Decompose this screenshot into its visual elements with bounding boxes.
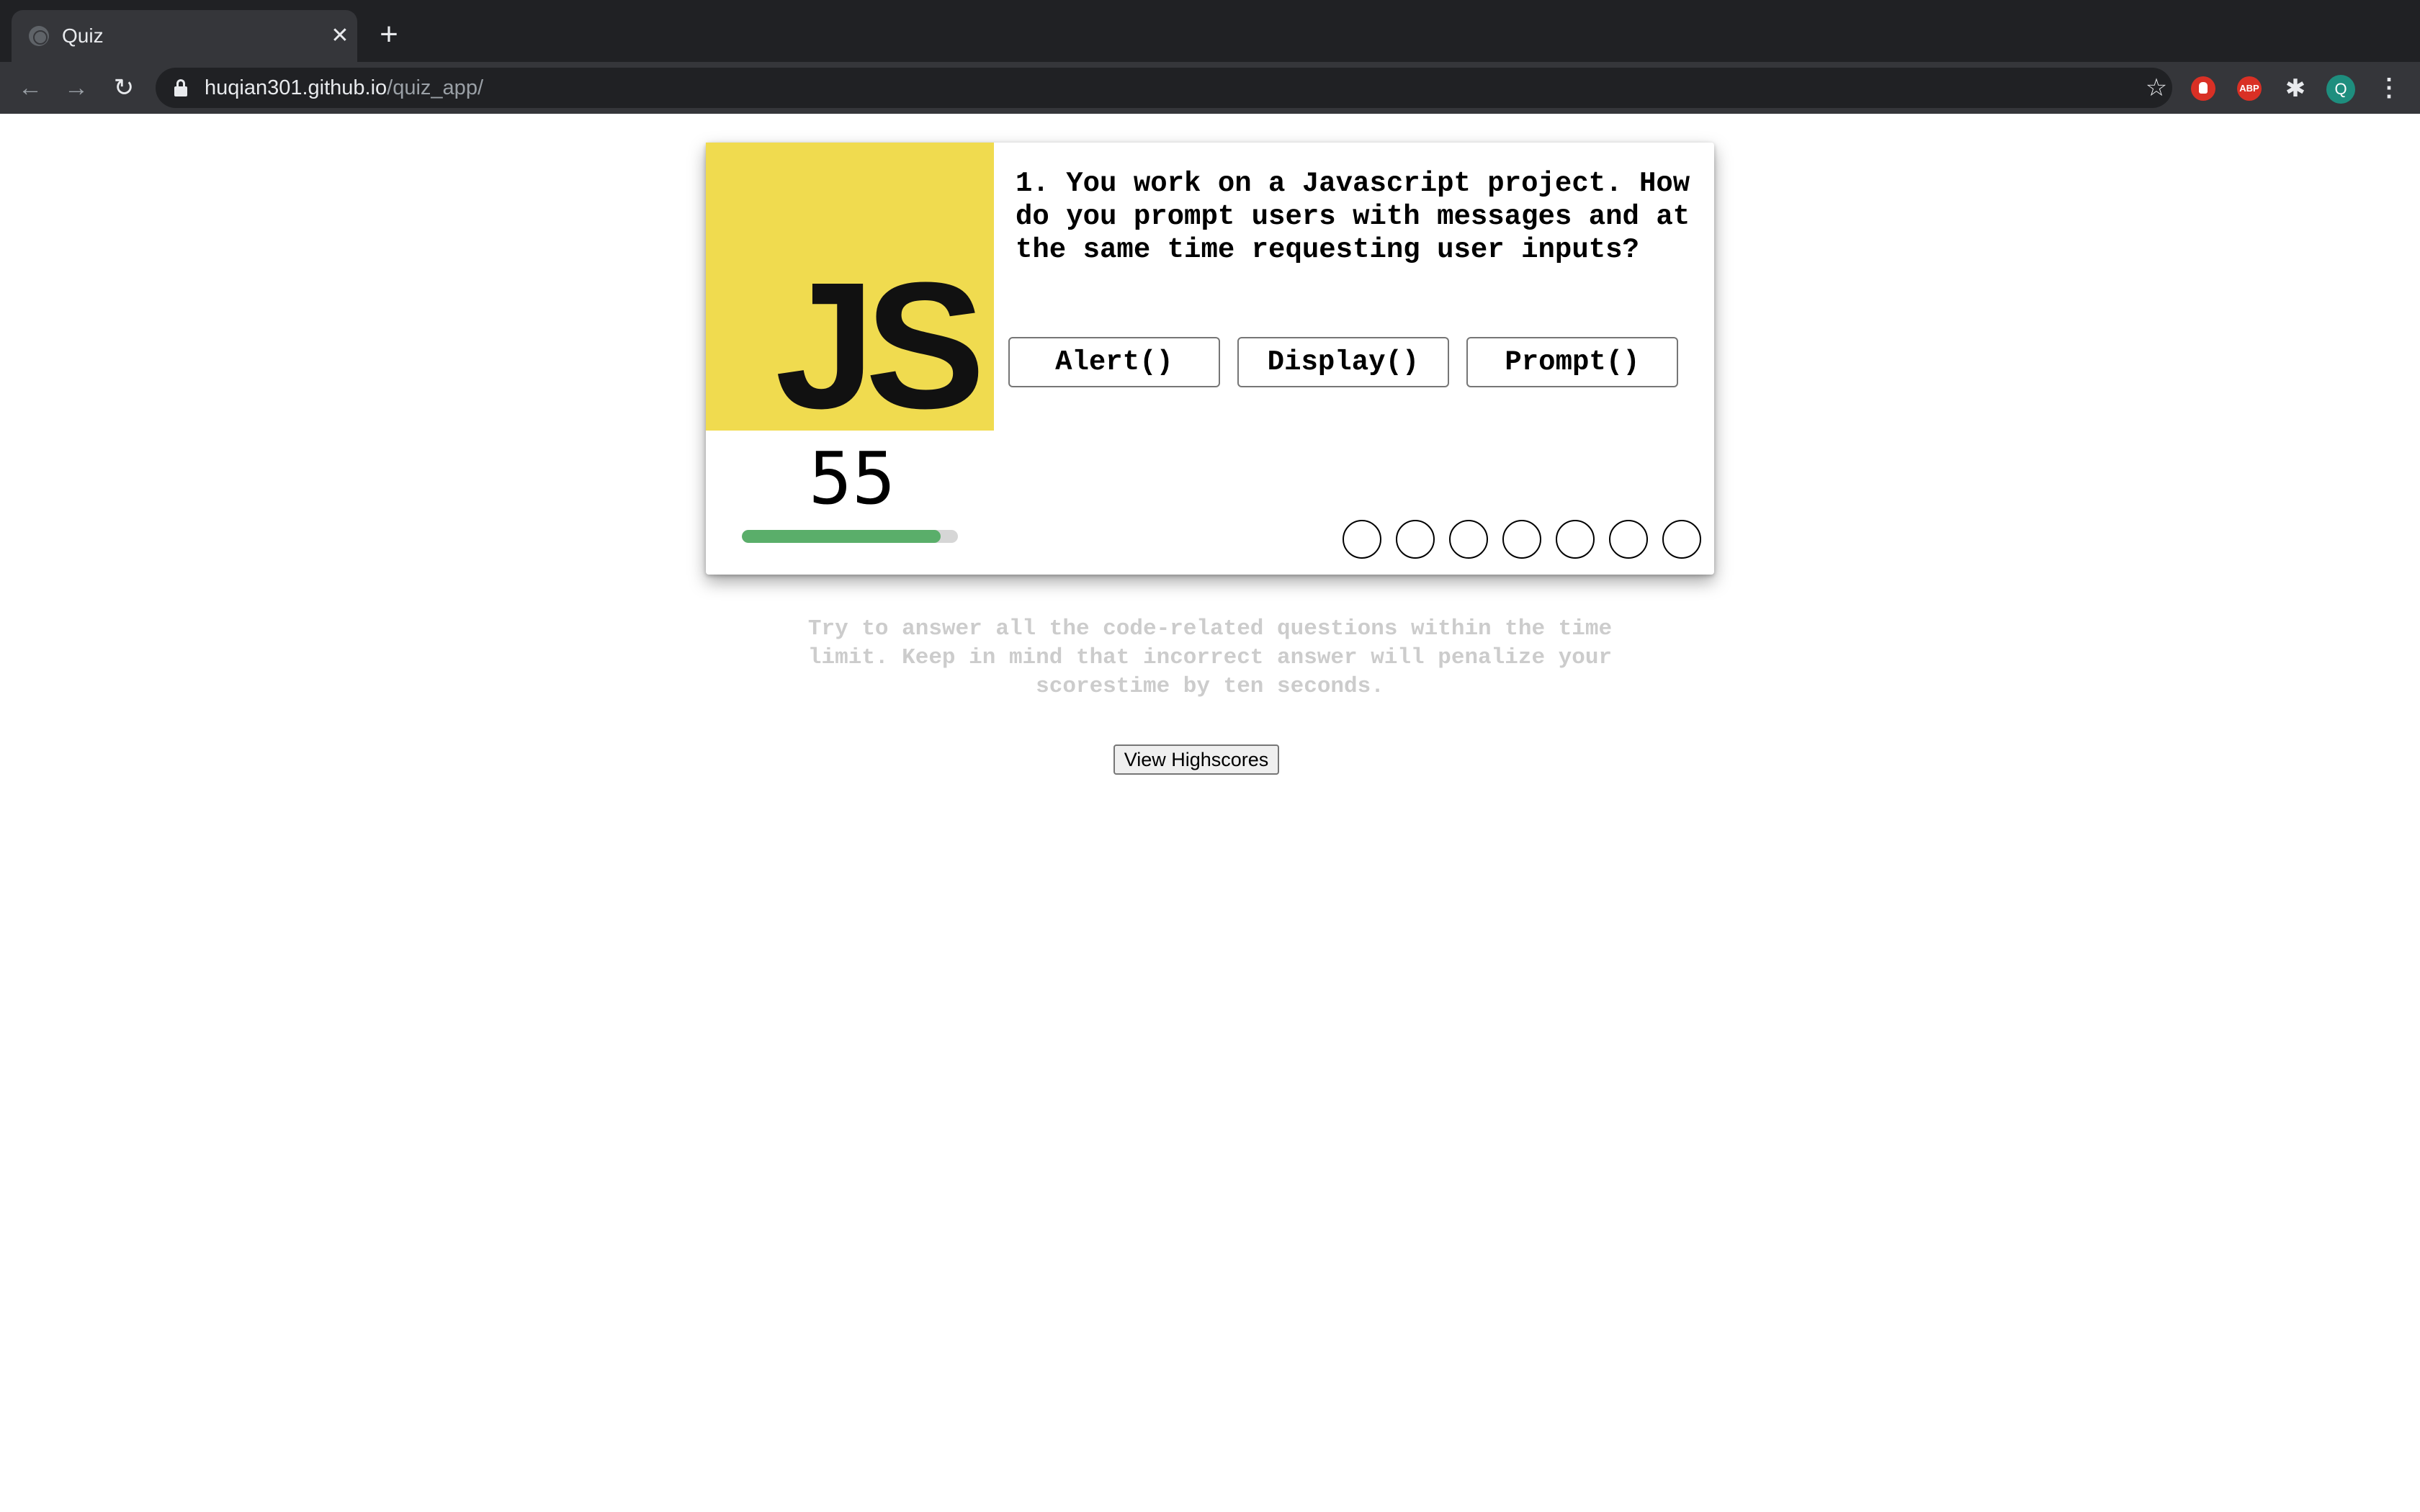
question-progress-dots [1343, 520, 1701, 559]
back-icon[interactable]: ← [14, 72, 46, 104]
progress-dot [1609, 520, 1648, 559]
forward-icon[interactable]: → [60, 72, 92, 104]
bookmark-star-icon[interactable]: ☆ [2141, 72, 2172, 104]
menu-icon[interactable]: ⋮ [2377, 73, 2401, 102]
tab-strip: Quiz ✕ + [0, 0, 2420, 62]
url-path: /quiz_app/ [387, 76, 483, 99]
tab-quiz[interactable]: Quiz ✕ [12, 10, 357, 62]
lock-icon[interactable] [174, 79, 187, 96]
new-tab-button[interactable]: + [375, 19, 403, 50]
close-icon[interactable]: ✕ [326, 22, 354, 50]
abp-icon[interactable]: ABP [2237, 76, 2262, 101]
choice-button-display[interactable]: Display() [1237, 337, 1449, 387]
question-text: 1. You work on a Javascript project. How… [1016, 168, 1690, 266]
js-logo: JS [706, 143, 994, 446]
progress-dot [1343, 520, 1381, 559]
profile-avatar[interactable]: Q [2326, 75, 2355, 104]
browser-toolbar: ← → ↻ huqian301.github.io/quiz_app/ ☆ AB… [0, 62, 2420, 114]
globe-icon [29, 26, 49, 46]
choice-button-alert[interactable]: Alert() [1008, 337, 1220, 387]
progress-dot [1662, 520, 1701, 559]
quiz-card: JS 1. You work on a Javascript project. … [706, 143, 1714, 575]
tab-title: Quiz [62, 24, 104, 47]
puzzle-icon[interactable]: ✱ [2283, 76, 2308, 101]
instructions-text: Try to answer all the code-related quest… [807, 616, 1613, 699]
progress-dot [1502, 520, 1541, 559]
url-text[interactable]: huqian301.github.io/quiz_app/ [205, 76, 483, 99]
view-highscores-button[interactable]: View Highscores [1113, 744, 1279, 775]
choice-button-prompt[interactable]: Prompt() [1466, 337, 1678, 387]
reload-icon[interactable]: ↻ [108, 72, 140, 104]
address-bar[interactable]: huqian301.github.io/quiz_app/ ☆ [156, 68, 2172, 108]
url-host: huqian301.github.io [205, 76, 387, 99]
adblock-icon[interactable] [2191, 76, 2215, 101]
js-logo-text: JS [775, 245, 985, 446]
timer-progress-fill [742, 530, 941, 543]
progress-dot [1396, 520, 1435, 559]
progress-dot [1556, 520, 1595, 559]
timer-progress-bar [742, 530, 958, 543]
timer-value: 55 [808, 436, 896, 521]
progress-dot [1449, 520, 1488, 559]
